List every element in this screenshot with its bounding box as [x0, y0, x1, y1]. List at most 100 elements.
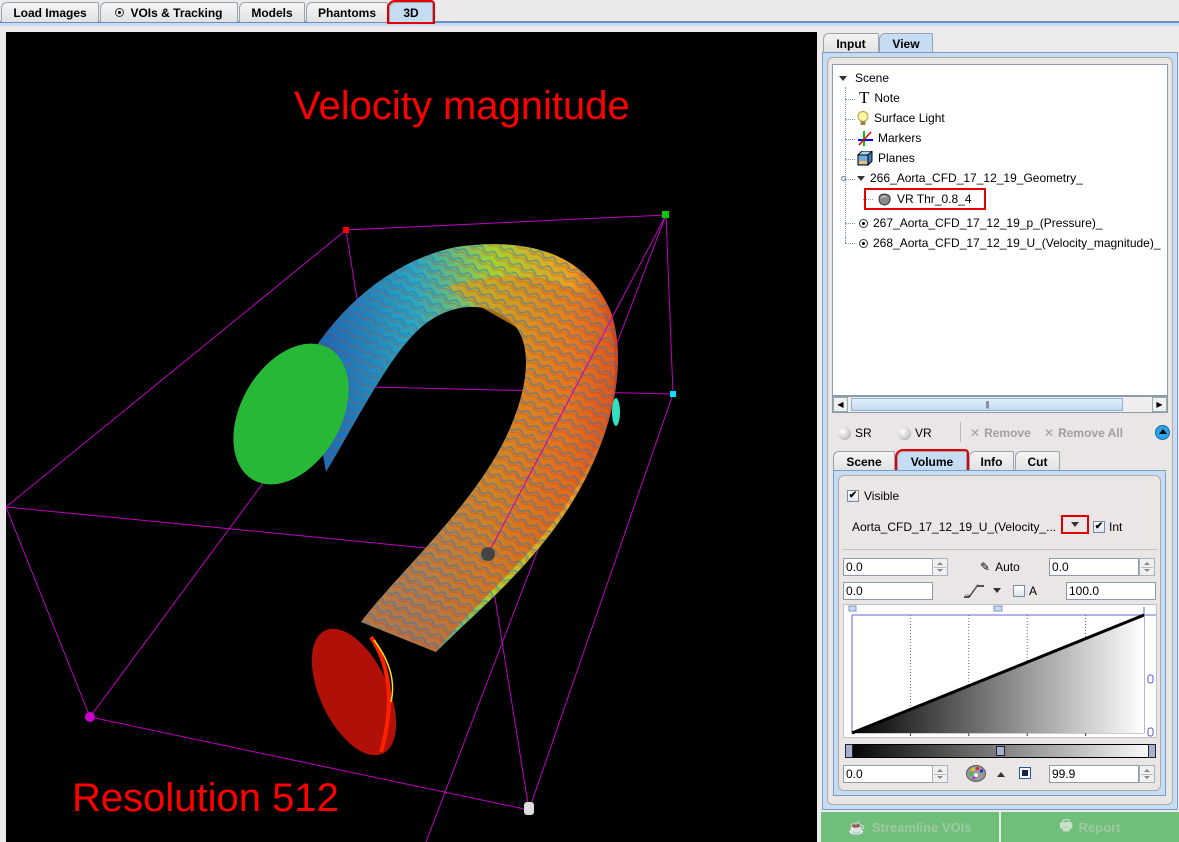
- window-center-handle: [993, 605, 1003, 612]
- colormap-mid-handle[interactable]: [996, 746, 1005, 756]
- marker-magenta[interactable]: [85, 712, 95, 722]
- tab-input[interactable]: Input: [823, 33, 879, 53]
- tab-models[interactable]: Models: [239, 2, 305, 22]
- tree-label: Surface Light: [874, 111, 945, 125]
- annotation-resolution: Resolution 512: [72, 776, 339, 820]
- tree-item-pressure[interactable]: 267_Aorta_CFD_17_12_19_p_(Pressure)_: [859, 214, 1102, 232]
- tab-view[interactable]: View: [879, 33, 933, 53]
- tree-connector: [845, 223, 855, 224]
- tree-connector: [845, 139, 855, 140]
- invert-icon: [1022, 770, 1028, 776]
- tab-volume[interactable]: Volume: [895, 449, 969, 473]
- scroll-left-button[interactable]: ◀: [833, 397, 848, 412]
- 3d-viewport[interactable]: Velocity magnitude Resolution 512: [6, 32, 817, 842]
- invert-colormap-button[interactable]: [1019, 767, 1031, 779]
- tree-connector: [845, 159, 855, 160]
- int-checkbox[interactable]: ✔: [1093, 521, 1105, 533]
- tree-item-planes[interactable]: Planes: [857, 149, 915, 167]
- tree-node-handle: [841, 175, 846, 181]
- scroll-thumb[interactable]: |||: [851, 398, 1123, 411]
- remove-all-button[interactable]: ✕ Remove All: [1044, 426, 1123, 440]
- tree-item-geometry[interactable]: 266_Aorta_CFD_17_12_19_Geometry_: [841, 169, 1083, 187]
- curve-dropdown-icon[interactable]: [993, 588, 1001, 593]
- tree-label: Note: [874, 91, 900, 105]
- tab-cut[interactable]: Cut: [1015, 451, 1060, 471]
- marker-white[interactable]: [524, 802, 534, 815]
- tab-3d[interactable]: 3D: [387, 0, 435, 24]
- expand-triangle-icon[interactable]: [857, 175, 865, 181]
- colormap-high-field[interactable]: 99.9: [1049, 765, 1139, 783]
- transfer-function-editor[interactable]: [843, 604, 1157, 738]
- tab-label: VOIs & Tracking: [130, 5, 223, 20]
- remove-button[interactable]: ✕ Remove: [970, 426, 1031, 440]
- tab-vois-tracking[interactable]: VOIs & Tracking: [100, 2, 238, 22]
- eject-icon[interactable]: [1155, 425, 1170, 440]
- min-value-field[interactable]: 0.0: [843, 558, 933, 576]
- tree-label: Scene: [855, 71, 890, 85]
- highlight-vr-thr: [864, 188, 986, 210]
- report-label: Report: [1078, 819, 1121, 835]
- marker-cyan[interactable]: [670, 391, 676, 397]
- colormap-low-spinner[interactable]: [932, 765, 948, 783]
- series-select[interactable]: Aorta_CFD_17_12_19_U_(Velocity_...: [852, 520, 1056, 534]
- streamline-vois-button[interactable]: ☕ Streamline VOIs: [821, 812, 999, 842]
- marker-green[interactable]: [662, 211, 669, 218]
- scroll-right-button[interactable]: ▶: [1152, 397, 1167, 412]
- tree-label: 267_Aorta_CFD_17_12_19_p_(Pressure)_: [873, 216, 1103, 230]
- colormap-low-field[interactable]: 0.0: [843, 765, 933, 783]
- tab-phantoms[interactable]: Phantoms: [306, 2, 388, 22]
- volume-render-icon: [898, 426, 911, 440]
- tab-label: View: [892, 36, 920, 51]
- main-tab-bar: Load Images VOIs & Tracking Models Phant…: [0, 0, 1179, 26]
- colormap-high-spinner[interactable]: [1139, 765, 1155, 783]
- tab-scene[interactable]: Scene: [833, 451, 895, 471]
- tree-label: 268_Aorta_CFD_17_12_19_U_(Velocity_magni…: [873, 236, 1161, 250]
- radio-dot-icon: [859, 238, 868, 248]
- series-dropdown-button[interactable]: [1061, 515, 1089, 534]
- int-label: Int: [1109, 520, 1123, 534]
- max-value-field[interactable]: 0.0: [1049, 558, 1139, 576]
- tab-label: Info: [980, 454, 1003, 469]
- tab-label: Phantoms: [317, 5, 376, 20]
- annotation-velocity-magnitude: Velocity magnitude: [294, 84, 630, 128]
- expand-triangle-icon[interactable]: [839, 75, 847, 81]
- colormap-low-handle[interactable]: [845, 744, 853, 758]
- a-checkbox[interactable]: [1013, 585, 1025, 597]
- transfer-function-plot[interactable]: [844, 605, 1158, 739]
- tree-item-markers[interactable]: Markers: [857, 129, 921, 147]
- auto-label: Auto: [995, 560, 1020, 574]
- curve-shape-button[interactable]: [962, 583, 986, 602]
- sr-button[interactable]: SR: [838, 426, 872, 440]
- report-button[interactable]: 🖶 Report: [1001, 812, 1179, 842]
- int-checkbox-row: ✔ Int: [1093, 520, 1122, 534]
- tree-label: Markers: [878, 131, 922, 145]
- tree-horizontal-scrollbar[interactable]: ◀ ||| ▶: [832, 396, 1168, 413]
- marker-red[interactable]: [343, 227, 349, 233]
- tab-load-images[interactable]: Load Images: [1, 2, 99, 22]
- tree-item-surface-light[interactable]: Surface Light: [857, 109, 945, 127]
- tree-item-velocity[interactable]: 268_Aorta_CFD_17_12_19_U_(Velocity_magni…: [859, 234, 1161, 252]
- tree-item-scene[interactable]: Scene: [839, 69, 889, 87]
- palette-button[interactable]: [966, 765, 986, 785]
- sr-label: SR: [855, 426, 872, 440]
- tab-info[interactable]: Info: [969, 451, 1014, 471]
- streamline-icon: ☕: [848, 818, 866, 835]
- radio-dot-icon: [115, 8, 125, 17]
- auto-button[interactable]: ✎ Auto: [980, 560, 1020, 574]
- visible-checkbox[interactable]: ✔: [847, 490, 859, 502]
- colormap-bar[interactable]: [845, 744, 1156, 758]
- colormap-high-handle[interactable]: [1148, 744, 1156, 758]
- visible-checkbox-row: ✔ Visible: [847, 489, 899, 503]
- axes-markers-icon: [858, 130, 873, 146]
- vr-button[interactable]: VR: [898, 426, 932, 440]
- scene-tree[interactable]: Scene T Note Surface Light Markers Plane…: [832, 64, 1168, 396]
- marker-gray[interactable]: [481, 547, 495, 561]
- upper-value-field[interactable]: 100.0: [1066, 582, 1156, 600]
- max-value-spinner[interactable]: [1139, 558, 1155, 576]
- min-value-spinner[interactable]: [932, 558, 948, 576]
- tree-label: Planes: [878, 151, 915, 165]
- lower-value-field[interactable]: 0.0: [843, 582, 933, 600]
- 3d-scene[interactable]: [6, 32, 817, 842]
- colormap-up-icon[interactable]: [997, 772, 1005, 777]
- tree-item-note[interactable]: T Note: [859, 89, 900, 107]
